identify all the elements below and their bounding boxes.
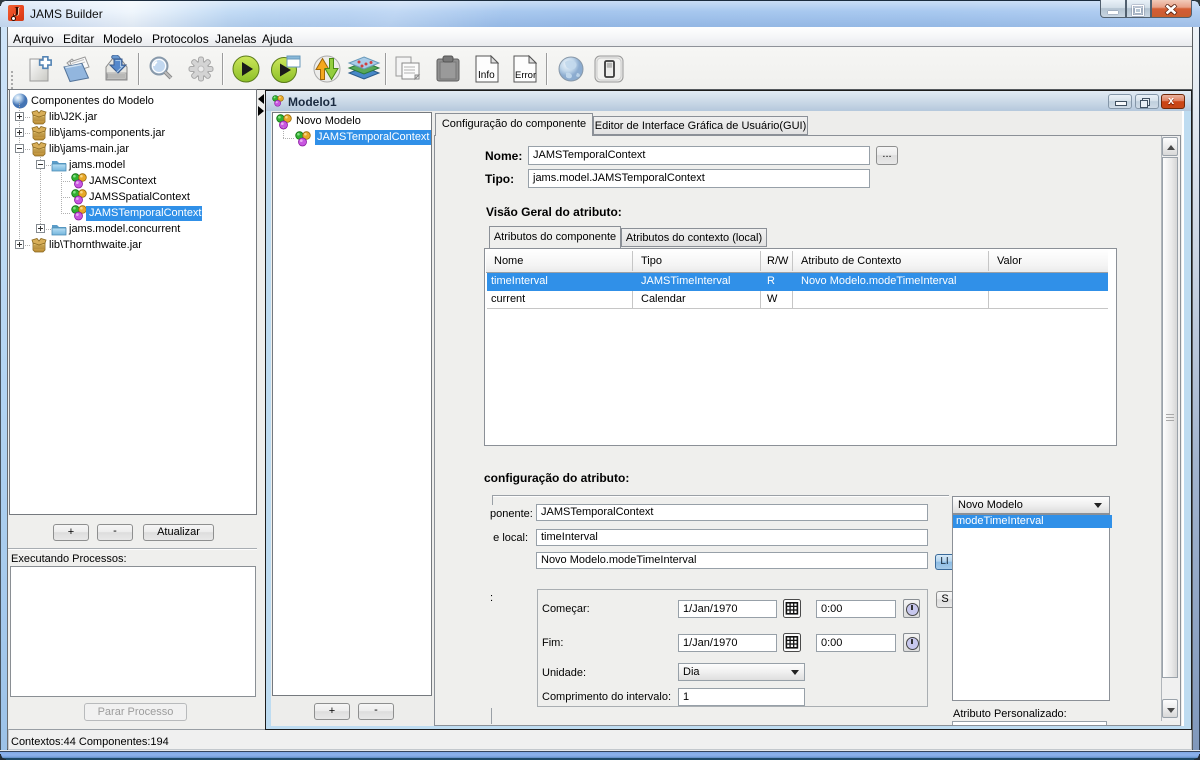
svg-text:Info: Info [478, 70, 495, 81]
svg-text:Error: Error [515, 70, 536, 81]
